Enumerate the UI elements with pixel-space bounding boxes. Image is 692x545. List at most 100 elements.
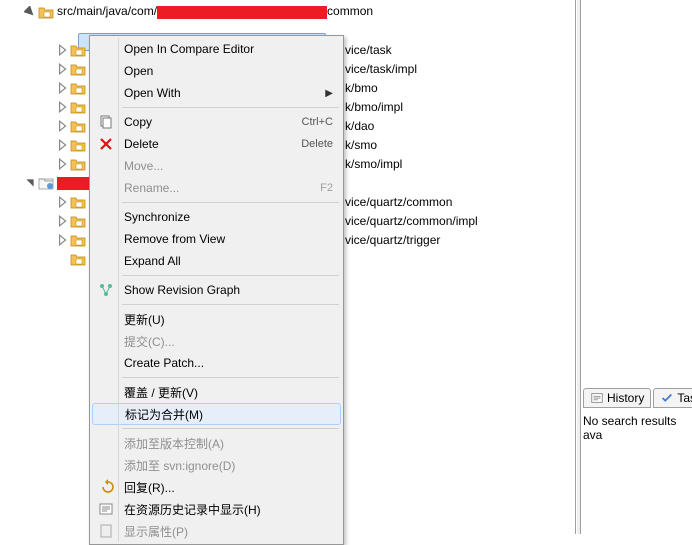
project-icon — [38, 175, 54, 191]
menu-icon-empty — [94, 39, 118, 59]
tree-item-suffix: vice/quartz/trigger — [345, 233, 440, 247]
menu-item-label: 显示属性(P) — [124, 523, 333, 540]
delete-icon — [94, 134, 118, 154]
menu-icon-empty — [94, 229, 118, 249]
menu-shortcut: Delete — [301, 138, 333, 150]
menu-icon-empty — [94, 178, 118, 198]
tree-item-suffix: k/smo/impl — [345, 157, 402, 171]
menu-icon-divider — [118, 38, 119, 542]
expander-closed-icon[interactable] — [56, 139, 68, 151]
menu-item[interactable]: 在资源历史记录中显示(H) — [92, 498, 341, 520]
package-folder-icon — [38, 4, 54, 20]
menu-icon-empty — [94, 382, 118, 402]
menu-item[interactable]: Remove from View — [92, 228, 341, 250]
tree-item-suffix: vice/quartz/common — [345, 195, 452, 209]
props-icon — [94, 521, 118, 541]
menu-item-label: Copy — [124, 115, 302, 129]
menu-item: Rename...F2 — [92, 177, 341, 199]
package-folder-icon — [70, 232, 86, 248]
tree-item-suffix: k/smo — [345, 138, 377, 152]
menu-item[interactable]: 覆盖 / 更新(V) — [92, 381, 341, 403]
tree-root-row[interactable]: src/main/java/com/common — [0, 2, 575, 21]
menu-item[interactable]: Open In Compare Editor — [92, 38, 341, 60]
menu-item[interactable]: Open With▶ — [92, 82, 341, 104]
expander-closed-icon[interactable] — [56, 63, 68, 75]
menu-item-label: Show Revision Graph — [124, 283, 333, 297]
tab-history[interactable]: History — [583, 388, 651, 408]
menu-icon-empty — [94, 353, 118, 373]
tasks-icon — [660, 391, 674, 405]
menu-item: Move... — [92, 155, 341, 177]
menu-item: 添加至版本控制(A) — [92, 432, 341, 454]
package-folder-icon — [70, 137, 86, 153]
menu-item-label: Open In Compare Editor — [124, 42, 333, 56]
tab-label: Tasks — [677, 391, 692, 405]
menu-separator — [122, 275, 339, 276]
menu-item[interactable]: Create Patch... — [92, 352, 341, 374]
menu-icon-empty — [94, 455, 118, 475]
menu-item-label: 覆盖 / 更新(V) — [124, 384, 333, 401]
package-folder-icon — [70, 80, 86, 96]
copy-icon — [94, 112, 118, 132]
menu-item[interactable]: Open — [92, 60, 341, 82]
menu-item: 显示属性(P) — [92, 520, 341, 542]
tree-item-suffix: vice/quartz/common/impl — [345, 214, 478, 228]
package-folder-icon — [70, 42, 86, 58]
revert-icon — [94, 477, 118, 497]
menu-item-label: Open With — [124, 86, 321, 100]
menu-item-label: 提交(C)... — [124, 333, 333, 350]
menu-item[interactable]: DeleteDelete — [92, 133, 341, 155]
menu-icon-empty — [94, 61, 118, 81]
package-folder-icon — [70, 194, 86, 210]
menu-item[interactable]: Expand All — [92, 250, 341, 272]
package-folder-icon — [70, 61, 86, 77]
bottom-tabs: History Tasks — [583, 388, 692, 408]
expander-closed-icon[interactable] — [56, 82, 68, 94]
expander-closed-icon[interactable] — [56, 215, 68, 227]
package-folder-icon — [70, 213, 86, 229]
expander-closed-icon[interactable] — [56, 196, 68, 208]
menu-item-label: Rename... — [124, 181, 320, 195]
menu-item-label: Remove from View — [124, 232, 333, 246]
menu-icon-empty — [94, 309, 118, 329]
menu-item: 添加至 svn:ignore(D) — [92, 454, 341, 476]
tree-item-suffix: k/bmo — [345, 81, 378, 95]
menu-item[interactable]: 标记为合并(M) — [92, 403, 341, 425]
menu-item-label: Synchronize — [124, 210, 333, 224]
expander-closed-icon[interactable] — [56, 120, 68, 132]
search-results-text: No search results ava — [583, 414, 692, 442]
package-folder-icon — [70, 118, 86, 134]
menu-icon-empty — [94, 156, 118, 176]
menu-icon-empty — [94, 433, 118, 453]
expander-closed-icon[interactable] — [56, 101, 68, 113]
menu-item[interactable]: 回复(R)... — [92, 476, 341, 498]
menu-item-label: 添加至 svn:ignore(D) — [124, 457, 333, 474]
menu-item[interactable]: CopyCtrl+C — [92, 111, 341, 133]
menu-icon-empty — [94, 251, 118, 271]
menu-item-label: Expand All — [124, 254, 333, 268]
vertical-splitter[interactable] — [577, 0, 581, 534]
tree-root-label: src/main/java/com/common — [57, 4, 373, 18]
expander-closed-icon[interactable] — [56, 234, 68, 246]
right-panel: History Tasks No search results ava — [577, 0, 692, 534]
menu-separator — [122, 304, 339, 305]
menu-icon-empty — [94, 207, 118, 227]
menu-item[interactable]: 更新(U) — [92, 308, 341, 330]
expander-open-icon[interactable] — [24, 6, 36, 18]
menu-item-label: 更新(U) — [124, 311, 333, 328]
menu-item[interactable]: Show Revision Graph — [92, 279, 341, 301]
menu-item-label: 标记为合并(M) — [125, 406, 332, 423]
context-menu: Open In Compare Editor OpenOpen With▶ Copy… — [89, 35, 344, 545]
menu-separator — [122, 428, 339, 429]
expander-closed-icon[interactable] — [56, 158, 68, 170]
project-explorer-pane: src/main/java/com/common svice/tasksvice… — [0, 0, 576, 534]
history-icon — [94, 499, 118, 519]
tab-tasks[interactable]: Tasks — [653, 388, 692, 408]
graph-icon — [94, 280, 118, 300]
expander-open-icon[interactable] — [24, 177, 36, 189]
package-folder-icon — [70, 156, 86, 172]
menu-item[interactable]: Synchronize — [92, 206, 341, 228]
expander-closed-icon[interactable] — [56, 44, 68, 56]
menu-item-label: Create Patch... — [124, 356, 333, 370]
menu-item-label: 回复(R)... — [124, 479, 333, 496]
